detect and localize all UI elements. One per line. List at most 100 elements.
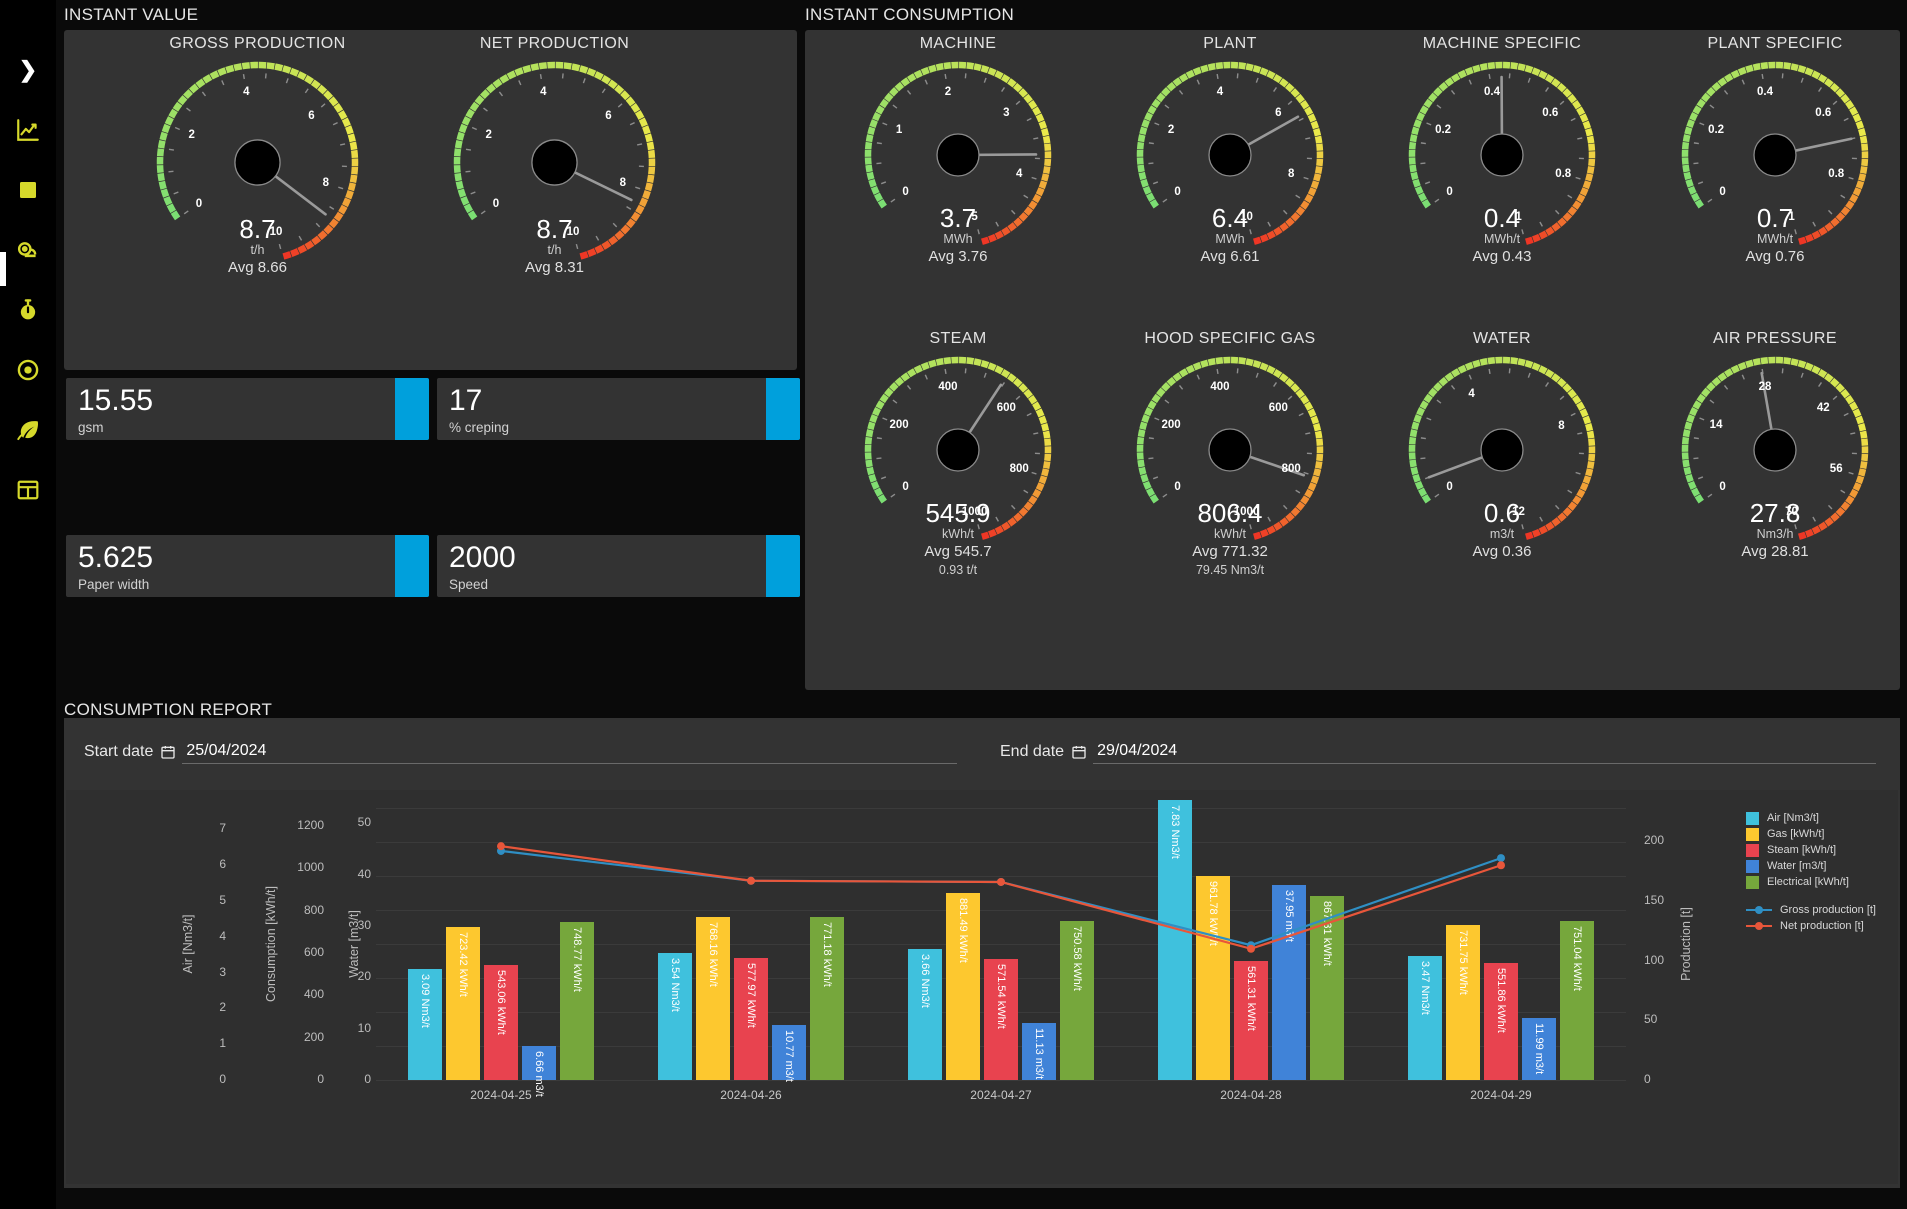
gauge-unit: t/h	[250, 243, 265, 258]
gauge-card: HOOD SPECIFIC GAS 0 200 400 600 800 1000 806.4 k…	[1110, 330, 1350, 577]
gauge-value: 3.7	[939, 203, 977, 233]
gauge-tick-label: 600	[996, 402, 1016, 414]
chart-bar[interactable]: 543.06 kWh/t	[484, 965, 518, 1080]
gauge-value: 545.9	[925, 498, 991, 528]
start-date-input[interactable]	[182, 740, 958, 764]
chart-bar[interactable]: 3.66 Nm3/t	[908, 949, 942, 1080]
gauge-value: 0.4	[1483, 203, 1521, 233]
chart-bar[interactable]: 3.09 Nm3/t	[408, 969, 442, 1080]
chart-axis-tick: 600	[303, 944, 324, 959]
kpi-accent-bar	[395, 535, 429, 597]
chart-bar[interactable]: 7.83 Nm3/t	[1158, 799, 1192, 1080]
gauge-tick-label: 2	[1167, 123, 1175, 136]
chart-bar[interactable]: 751.04 kWh/t	[1560, 921, 1594, 1080]
gauge-value: 27.8	[1749, 498, 1801, 528]
chart-bar-label: 751.04 kWh/t	[1571, 926, 1583, 991]
chart-bar[interactable]: 750.58 kWh/t	[1060, 921, 1094, 1080]
gauge-tick-label: 2	[944, 85, 952, 98]
chart-bar[interactable]: 577.97 kWh/t	[734, 957, 768, 1080]
chart-bar[interactable]: 731.75 kWh/t	[1446, 925, 1480, 1080]
gauge-tick-label: 0	[1719, 480, 1726, 493]
consumption-chart[interactable]: 0 1 2 3 4 5 6 7 Air [Nm3/t] 0 200 400 600 800 1000 1200…	[66, 790, 1898, 1184]
chart-bar[interactable]: 551.86 kWh/t	[1484, 963, 1518, 1080]
target-icon[interactable]	[13, 355, 43, 385]
legend-swatch	[1746, 811, 1759, 825]
chart-bar-label: 750.58 kWh/t	[1071, 926, 1083, 991]
end-date-input[interactable]	[1093, 740, 1877, 764]
legend-line-marker	[1746, 922, 1772, 930]
table-grid-icon[interactable]	[13, 475, 43, 505]
gauge-tick-label: 0.2	[1435, 123, 1452, 136]
legend-item[interactable]: Air [Nm3/t]	[1746, 810, 1876, 826]
gauge-title: HOOD SPECIFIC GAS	[1144, 330, 1316, 347]
chart-bar[interactable]: 881.49 kWh/t	[946, 893, 980, 1080]
gauge-tick-label: 200	[1161, 418, 1181, 431]
square-icon[interactable]	[13, 175, 43, 205]
leaf-icon[interactable]	[13, 415, 43, 445]
chart-bar[interactable]: 11.13 m3/t	[1022, 1022, 1056, 1080]
kpi-tile[interactable]: 17% creping	[437, 378, 800, 440]
gauge-tick-label: 4	[1216, 85, 1224, 98]
gauge-readout: 6.4 MWh Avg 6.61	[1110, 204, 1350, 267]
stopwatch-icon[interactable]	[13, 295, 43, 325]
chart-bar[interactable]: 748.77 kWh/t	[560, 921, 594, 1080]
chart-axis-tick: 40	[357, 866, 371, 881]
gauge-tick-label: 0	[902, 185, 909, 198]
chart-bar[interactable]: 571.54 kWh/t	[984, 959, 1018, 1080]
kpi-accent-bar	[395, 378, 429, 440]
chart-axis-tick: 1000	[297, 860, 324, 875]
chart-axis-title: Air [Nm3/t]	[181, 914, 195, 974]
gauge-title: PLANT SPECIFIC	[1707, 35, 1843, 52]
chart-axis-tick: 1200	[297, 817, 324, 832]
gauge-card: WATER 0 4 8 12 0.6 m3/t Avg 0.36	[1382, 330, 1622, 560]
chart-bar[interactable]: 867.31 kWh/t	[1310, 896, 1344, 1080]
legend-item[interactable]: Net production [t]	[1746, 918, 1876, 934]
calendar-icon[interactable]	[160, 744, 176, 760]
legend-item[interactable]: Gas [kWh/t]	[1746, 826, 1876, 842]
chart-bar[interactable]: 3.54 Nm3/t	[658, 953, 692, 1080]
gauge-unit: MWh	[943, 232, 973, 247]
chart-bar-label: 3.66 Nm3/t	[919, 954, 931, 1008]
chart-bar[interactable]: 771.18 kWh/t	[810, 916, 844, 1080]
gauge-card: PLANT SPECIFIC 0 0.2 0.4 0.6 0.8 1 0.7 MWh/t Avg …	[1655, 35, 1895, 265]
chart-axis-tick: 50	[357, 815, 371, 830]
chart-bar[interactable]: 561.31 kWh/t	[1234, 961, 1268, 1080]
kpi-tile[interactable]: 15.55 gsm	[66, 378, 429, 440]
kpi-tile[interactable]: 2000 Speed	[437, 535, 800, 597]
chart-axis-tick: 100	[1644, 952, 1665, 967]
chart-axis-title: Consumption [kWh/t]	[264, 885, 278, 1003]
legend-item[interactable]: Water [m3/t]	[1746, 858, 1876, 874]
kpi-body: 15.55 gsm	[66, 378, 395, 440]
chart-axis-tick: 400	[303, 987, 324, 1002]
chart-category-label: 2024-04-26	[720, 1088, 782, 1102]
gauge-tick-label: 0	[1174, 185, 1181, 198]
gauge-readout: 3.7 MWh Avg 3.76	[838, 203, 1078, 267]
kpi-tile[interactable]: 5.625 Paper width	[66, 535, 429, 597]
legend-item[interactable]: Electrical [kWh/t]	[1746, 874, 1876, 890]
chart-bar[interactable]: 10.77 m3/t	[772, 1024, 806, 1082]
chart-bar-label: 748.77 kWh/t	[571, 926, 583, 992]
chart-axis-tick: 6	[219, 857, 226, 872]
chart-bar[interactable]: 11.99 m3/t	[1522, 1018, 1556, 1080]
gauge-tick-label: 8	[1558, 420, 1565, 433]
legend-item[interactable]: Steam [kWh/t]	[1746, 842, 1876, 858]
gauge-card: GROSS PRODUCTION 0 2 4 6 8 10 8.7 t/h Avg 8.66	[130, 35, 385, 276]
legend-item[interactable]: Gross production [t]	[1746, 902, 1876, 918]
chart-axis-tick: 50	[1644, 1012, 1658, 1027]
legend-label: Steam [kWh/t]	[1767, 844, 1837, 856]
chart-bar[interactable]: 6.66 m3/t	[522, 1045, 556, 1097]
gauge-readout: 806.4 kWh/t Avg 771.32 79.45 Nm3/t	[1110, 499, 1350, 578]
chart-bar[interactable]: 3.47 Nm3/t	[1408, 955, 1442, 1080]
chart-bar[interactable]: 961.78 kWh/t	[1196, 876, 1230, 1080]
gauge-title: WATER	[1473, 330, 1531, 347]
chart-bar[interactable]: 723.42 kWh/t	[446, 926, 480, 1080]
chevron-right-icon[interactable]: ❯	[13, 55, 43, 85]
trend-chart-icon[interactable]	[13, 115, 43, 145]
tape-measure-icon[interactable]	[13, 235, 43, 265]
chart-bar-label: 6.66 m3/t	[533, 1050, 545, 1097]
chart-bar[interactable]: 768.16 kWh/t	[696, 917, 730, 1080]
gauge-average: Avg 28.81	[1741, 543, 1809, 561]
chart-axis-tick: 1	[219, 1036, 226, 1051]
calendar-icon[interactable]	[1071, 744, 1087, 760]
chart-bar[interactable]: 37.95 m3/t	[1272, 885, 1306, 1080]
